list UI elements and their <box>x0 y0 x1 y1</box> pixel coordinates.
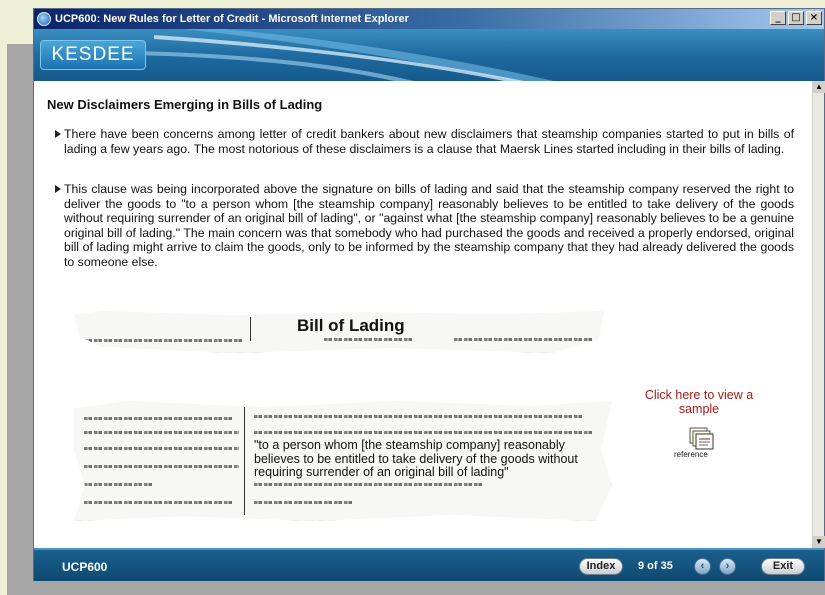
kesdee-logo: KESDEE <box>40 40 146 70</box>
course-header: KESDEE <box>34 29 824 81</box>
window-title: UCP600: New Rules for Letter of Credit -… <box>55 13 409 25</box>
bullet-paragraph-2: This clause was being incorporated above… <box>55 182 794 270</box>
background-panel-left <box>7 44 35 593</box>
bullet-text-1: There have been concerns among letter of… <box>64 127 794 156</box>
maximize-button[interactable]: □ <box>788 11 804 25</box>
title-bar[interactable]: UCP600: New Rules for Letter of Credit -… <box>34 9 824 29</box>
page-title: New Disclaimers Emerging in Bills of Lad… <box>47 97 323 112</box>
minimize-button[interactable]: _ <box>770 11 786 25</box>
close-button[interactable]: × <box>806 11 822 25</box>
document-title: Bill of Lading <box>297 316 405 335</box>
back-arrow-icon[interactable]: ‹ <box>694 558 711 575</box>
page-indicator: 9 of 35 <box>638 560 673 572</box>
lesson-content: New Disclaimers Emerging in Bills of Lad… <box>34 81 812 548</box>
course-footer: UCP600 Index 9 of 35 ‹ › Exit <box>34 548 824 581</box>
internet-explorer-icon <box>37 12 51 26</box>
header-swoosh <box>134 29 554 81</box>
bullet-text-2: This clause was being incorporated above… <box>64 182 794 269</box>
browser-window: UCP600: New Rules for Letter of Credit -… <box>33 8 825 581</box>
scroll-up-icon[interactable]: ▲ <box>813 81 825 93</box>
scroll-down-icon[interactable]: ▼ <box>813 536 825 548</box>
bullet-paragraph-1: There have been concerns among letter of… <box>55 127 794 156</box>
clause-quote: "to a person whom [the steamship company… <box>254 438 578 479</box>
course-label: UCP600 <box>62 560 108 574</box>
reference-label[interactable]: reference <box>674 450 708 459</box>
document-stack-icon[interactable] <box>689 427 715 451</box>
bullet-arrow-icon <box>55 130 61 138</box>
forward-arrow-icon[interactable]: › <box>719 558 736 575</box>
bullet-arrow-icon <box>55 185 61 193</box>
vertical-scrollbar[interactable]: ▲ ▼ <box>812 81 825 548</box>
exit-button[interactable]: Exit <box>761 558 805 575</box>
index-button[interactable]: Index <box>579 558 623 575</box>
view-sample-link[interactable]: Click here to view a sample <box>644 388 754 416</box>
